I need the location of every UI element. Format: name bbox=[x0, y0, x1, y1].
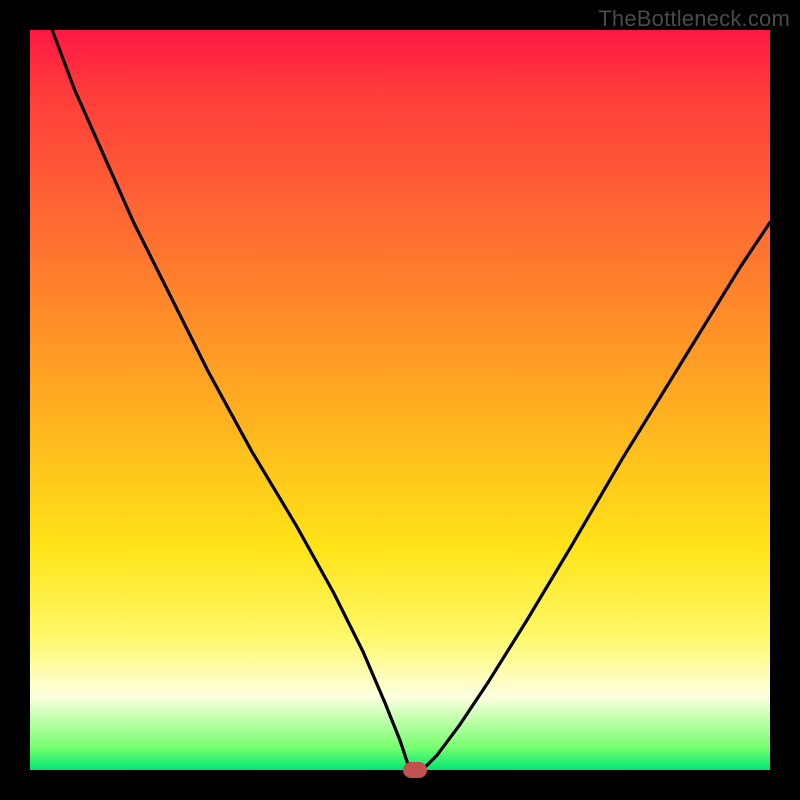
optimum-marker bbox=[403, 762, 427, 778]
chart-plot-area bbox=[30, 30, 770, 770]
bottleneck-curve bbox=[30, 30, 770, 770]
watermark-text: TheBottleneck.com bbox=[598, 6, 790, 32]
